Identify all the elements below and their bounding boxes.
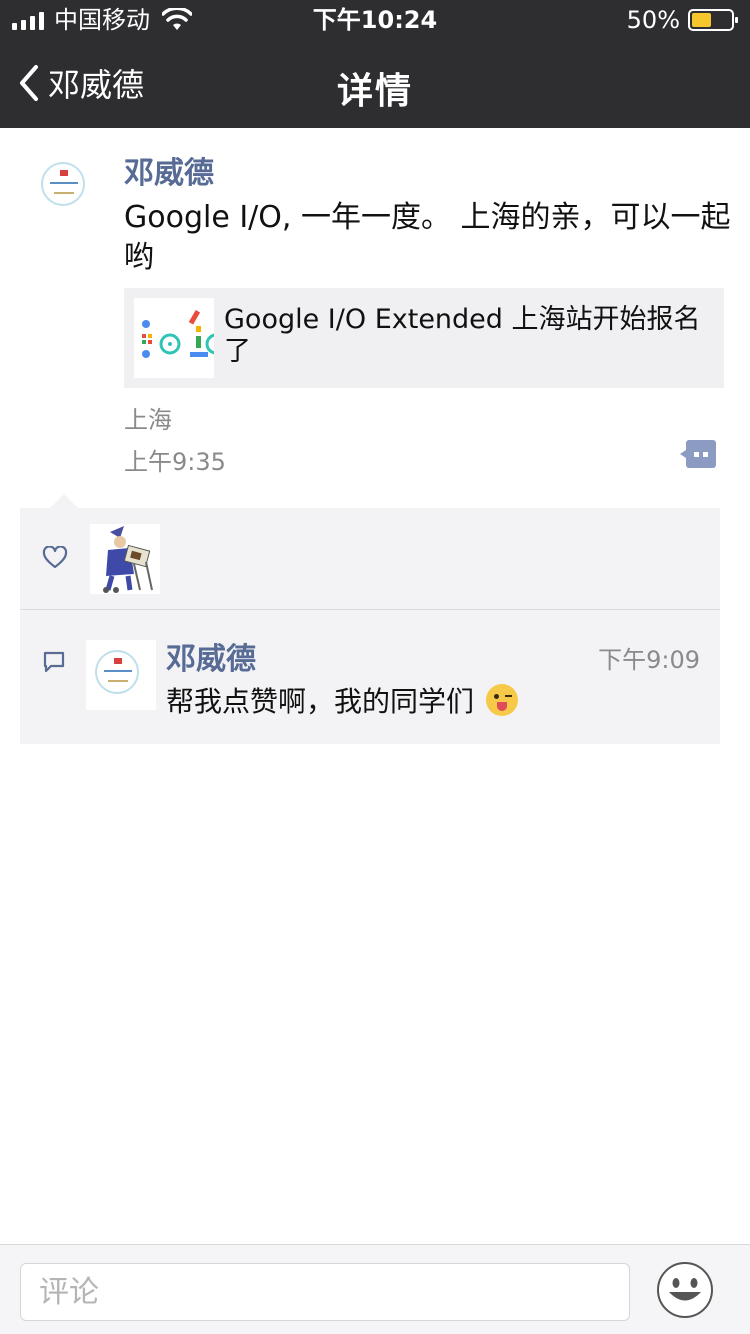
comment-bar: [0, 1244, 750, 1334]
heart-icon: [42, 546, 68, 569]
status-bar: 中国移动 下午10:24 50%: [0, 0, 750, 40]
post-text: Google I/O, 一年一度。 上海的亲，可以一起哟: [124, 200, 731, 275]
avatar-ring: [95, 650, 139, 694]
google-io-logo-icon: [142, 309, 214, 358]
link-thumbnail: [134, 298, 214, 378]
comment-input[interactable]: [20, 1263, 630, 1321]
comment-text-content: 帮我点赞啊，我的同学们: [166, 685, 475, 718]
avatar-flag: [114, 658, 122, 664]
wizard-avatar-icon: [90, 524, 160, 594]
avatar-ring: [41, 162, 85, 206]
avatar-line: [50, 182, 78, 184]
comment-bubble-icon: [43, 651, 65, 673]
smiley-icon[interactable]: [656, 1261, 714, 1319]
battery-icon: [688, 9, 738, 31]
post-location[interactable]: 上海: [124, 400, 172, 435]
nav-bar: 邓威德 详情: [0, 40, 750, 128]
comment-author[interactable]: 邓威德: [166, 634, 256, 678]
liker-avatar[interactable]: [90, 524, 160, 594]
commenter-avatar[interactable]: [86, 640, 156, 710]
avatar-line: [104, 670, 132, 672]
likes-row: [20, 508, 720, 610]
link-title: Google I/O Extended 上海站开始报名了: [224, 304, 701, 367]
comment-time: 下午9:09: [598, 646, 700, 674]
post-author[interactable]: 邓威德: [124, 148, 214, 192]
avatar-flag: [60, 170, 68, 176]
comment-text: 帮我点赞啊，我的同学们: [166, 680, 519, 720]
panel-arrow: [50, 494, 78, 508]
page-title: 详情: [336, 71, 413, 112]
winking-tongue-emoji-icon: [486, 684, 519, 716]
more-actions-icon[interactable]: [680, 440, 716, 468]
battery-percent: 50%: [626, 6, 680, 34]
avatar-line: [108, 680, 128, 682]
interaction-panel: 邓威德 下午9:09 帮我点赞啊，我的同学们: [20, 494, 720, 744]
avatar-line: [54, 192, 74, 194]
comment-item[interactable]: 邓威德 下午9:09 帮我点赞啊，我的同学们: [20, 610, 720, 744]
author-avatar[interactable]: [32, 152, 102, 222]
battery-fill: [692, 13, 711, 27]
shared-link-card[interactable]: Google I/O Extended 上海站开始报名了: [124, 288, 724, 388]
top-header: 中国移动 下午10:24 50% 邓威德 详情: [0, 0, 750, 128]
post-time: 上午9:35: [124, 448, 226, 476]
